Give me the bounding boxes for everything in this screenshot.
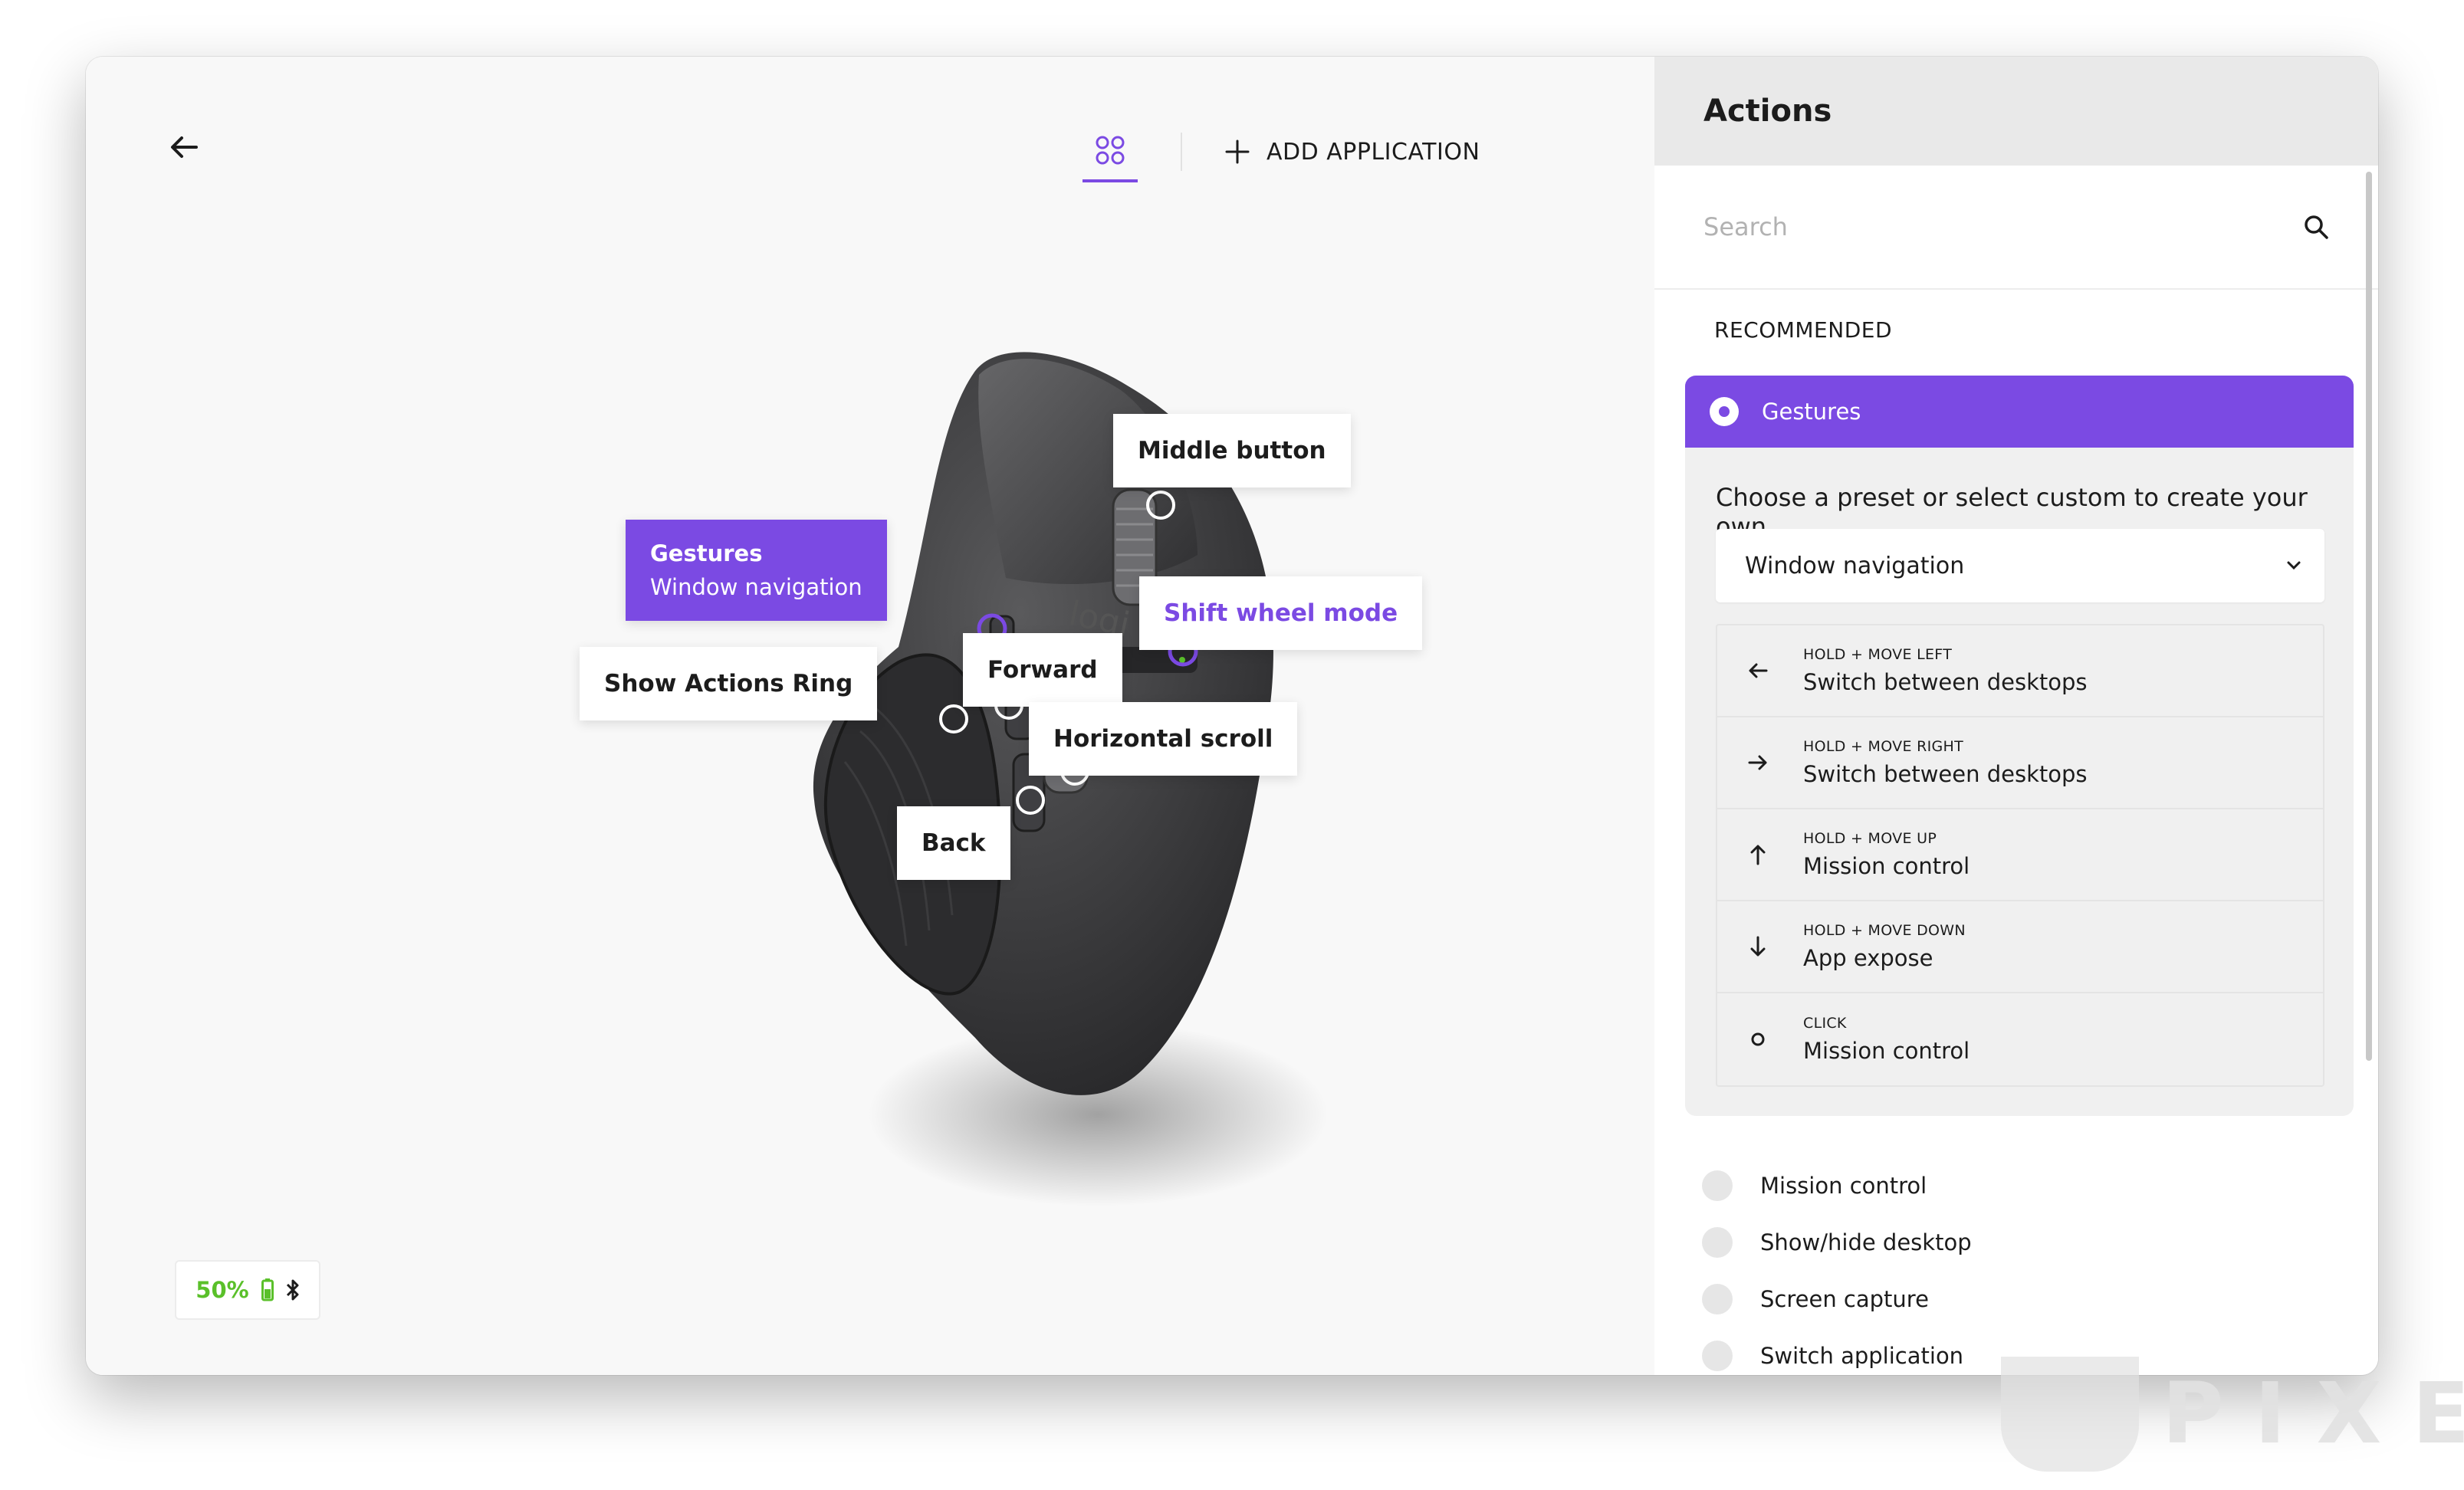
grid-dots-icon: [1096, 136, 1125, 165]
action-option-label: Show/hide desktop: [1760, 1229, 1972, 1255]
preset-dropdown[interactable]: Window navigation: [1716, 529, 2324, 602]
action-option-label: Screen capture: [1760, 1286, 1929, 1312]
action-option-switch-application[interactable]: Switch application: [1702, 1328, 1972, 1375]
action-option-gestures[interactable]: Gestures: [1685, 376, 2354, 448]
chevron-down-icon: [2287, 561, 2301, 570]
tab-all-applications[interactable]: [1083, 121, 1138, 182]
action-option-screen-capture[interactable]: Screen capture: [1702, 1271, 1972, 1328]
callout-gestures-title: Gestures: [650, 540, 763, 566]
gesture-item-right[interactable]: HOLD + MOVE RIGHT Switch between desktops: [1717, 717, 2323, 809]
radio-selected-icon: [1710, 397, 1739, 426]
battery-icon: [261, 1278, 274, 1301]
gesture-mapping-list: HOLD + MOVE LEFT Switch between desktops …: [1716, 624, 2324, 1087]
gesture-label: HOLD + MOVE UP: [1803, 830, 1937, 847]
search-bar: [1654, 166, 2378, 290]
toolbar-divider: [1181, 133, 1182, 171]
gesture-action: Mission control: [1803, 1038, 1970, 1064]
device-view: ADD APPLICATION logi Middle button Gestu…: [86, 57, 1654, 1375]
callout-horizontal-scroll[interactable]: Horizontal scroll: [1029, 702, 1298, 776]
gestures-card: Gestures Choose a preset or select custo…: [1685, 376, 2354, 1116]
action-option-label: Mission control: [1760, 1173, 1927, 1199]
arrow-down-icon: [1750, 936, 1766, 957]
action-option-mission-control[interactable]: Mission control: [1702, 1157, 1972, 1214]
callout-forward[interactable]: Forward: [963, 633, 1122, 707]
callout-forward-label: Forward: [987, 656, 1098, 684]
panel-scrollbar[interactable]: [2366, 172, 2372, 1061]
watermark-logo: [2001, 1357, 2139, 1472]
preset-dropdown-value: Window navigation: [1745, 552, 1965, 579]
circle-icon: [1751, 1032, 1765, 1046]
gesture-label: HOLD + MOVE RIGHT: [1803, 738, 1964, 755]
gesture-label: CLICK: [1803, 1015, 1847, 1032]
action-option-label: Switch application: [1760, 1343, 1964, 1369]
callout-gestures-sub: Window navigation: [650, 574, 862, 600]
callout-show-actions-ring-label: Show Actions Ring: [604, 670, 853, 697]
other-actions-list: Mission control Show/hide desktop Screen…: [1702, 1157, 1972, 1375]
callout-middle-button-label: Middle button: [1138, 437, 1326, 464]
gesture-action: Switch between desktops: [1803, 669, 2088, 695]
gesture-action: App expose: [1803, 945, 1933, 971]
radio-unselected-icon: [1702, 1341, 1733, 1371]
action-option-show-hide-desktop[interactable]: Show/hide desktop: [1702, 1214, 1972, 1271]
arrow-left-icon: [171, 136, 198, 158]
device-status: 50%: [175, 1260, 320, 1320]
add-application-label: ADD APPLICATION: [1266, 138, 1480, 166]
callout-back-label: Back: [922, 829, 986, 857]
action-option-gestures-label: Gestures: [1762, 399, 1861, 425]
callout-gestures[interactable]: Gestures Window navigation: [626, 520, 887, 621]
callout-shift-wheel-label: Shift wheel mode: [1164, 599, 1398, 627]
section-recommended: RECOMMENDED: [1714, 317, 1893, 343]
radio-unselected-icon: [1702, 1170, 1733, 1201]
gesture-label: HOLD + MOVE LEFT: [1803, 646, 1953, 663]
plus-icon: [1225, 139, 1250, 164]
add-application-button[interactable]: ADD APPLICATION: [1225, 139, 1480, 166]
callout-middle-button[interactable]: Middle button: [1113, 414, 1351, 487]
panel-title: Actions: [1654, 57, 2378, 166]
battery-percentage: 50%: [195, 1277, 249, 1303]
watermark-text: PIXEL: [2162, 1364, 2464, 1462]
app-window: ADD APPLICATION logi Middle button Gestu…: [86, 57, 2378, 1375]
gesture-item-up[interactable]: HOLD + MOVE UP Mission control: [1717, 809, 2323, 901]
bluetooth-icon: [286, 1279, 299, 1301]
radio-unselected-icon: [1702, 1284, 1733, 1314]
callout-shift-wheel[interactable]: Shift wheel mode: [1139, 576, 1423, 650]
actions-panel: Actions RECOMMENDED Gestures Choose a pr…: [1654, 57, 2378, 1375]
callout-horizontal-scroll-label: Horizontal scroll: [1053, 725, 1273, 753]
radio-unselected-icon: [1702, 1227, 1733, 1258]
gesture-item-left[interactable]: HOLD + MOVE LEFT Switch between desktops: [1717, 625, 2323, 717]
gesture-action: Switch between desktops: [1803, 761, 2088, 787]
gesture-action: Mission control: [1803, 853, 1970, 879]
gesture-item-click[interactable]: CLICK Mission control: [1717, 993, 2323, 1085]
search-icon[interactable]: [2303, 214, 2329, 240]
back-button[interactable]: [163, 126, 205, 169]
callout-show-actions-ring[interactable]: Show Actions Ring: [580, 647, 878, 720]
arrow-left-icon: [1749, 663, 1768, 678]
arrow-up-icon: [1750, 845, 1766, 865]
gesture-item-down[interactable]: HOLD + MOVE DOWN App expose: [1717, 901, 2323, 993]
gesture-label: HOLD + MOVE DOWN: [1803, 922, 1966, 939]
arrow-right-icon: [1748, 755, 1767, 770]
app-toolbar: ADD APPLICATION: [1083, 121, 1480, 182]
search-input[interactable]: [1703, 212, 2303, 241]
callout-back[interactable]: Back: [897, 806, 1010, 880]
